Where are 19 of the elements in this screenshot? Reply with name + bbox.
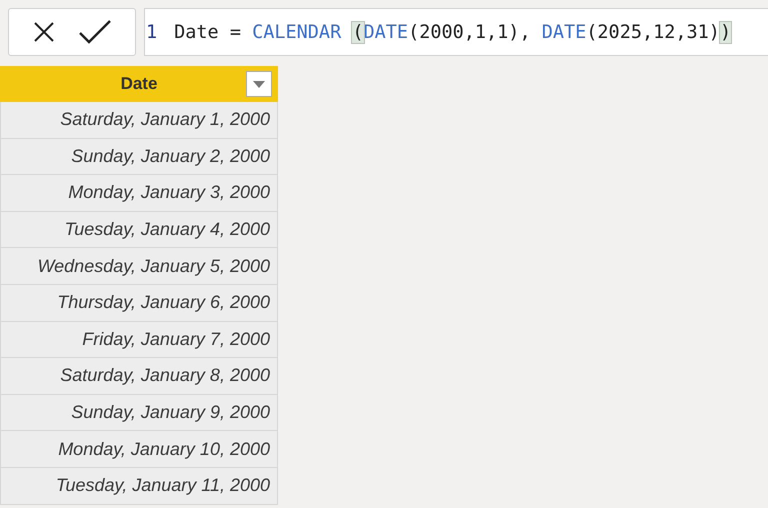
- table-cell: Friday, January 7, 2000: [0, 322, 278, 358]
- formula-code: Date = CALENDAR (DATE(2000,1,1), DATE(2025,12,31)): [174, 22, 732, 42]
- table-cell: Tuesday, January 11, 2000: [0, 468, 278, 505]
- caret-icon: [253, 80, 265, 88]
- checkmark-icon[interactable]: [78, 19, 112, 45]
- table-cell: Sunday, January 9, 2000: [0, 394, 278, 432]
- column-header-label: Date: [120, 74, 158, 94]
- close-icon[interactable]: [32, 20, 56, 44]
- table-cell: Saturday, January 8, 2000: [0, 358, 278, 395]
- table-cell: Sunday, January 2, 2000: [0, 138, 278, 176]
- line-number: 1: [146, 22, 158, 42]
- table-cell: Saturday, January 1, 2000: [0, 102, 278, 139]
- table-cell: Wednesday, January 5, 2000: [0, 248, 278, 285]
- formula-input-field[interactable]: 1 Date = CALENDAR (DATE(2000,1,1), DATE(2025,12,31)): [144, 8, 768, 56]
- table-cell: Monday, January 3, 2000: [0, 175, 278, 212]
- table-cell: Thursday, January 6, 2000: [0, 284, 278, 322]
- filter-dropdown-button[interactable]: [246, 71, 272, 97]
- table-cell: Monday, January 10, 2000: [0, 431, 278, 468]
- table-cell: Tuesday, January 4, 2000: [0, 212, 278, 248]
